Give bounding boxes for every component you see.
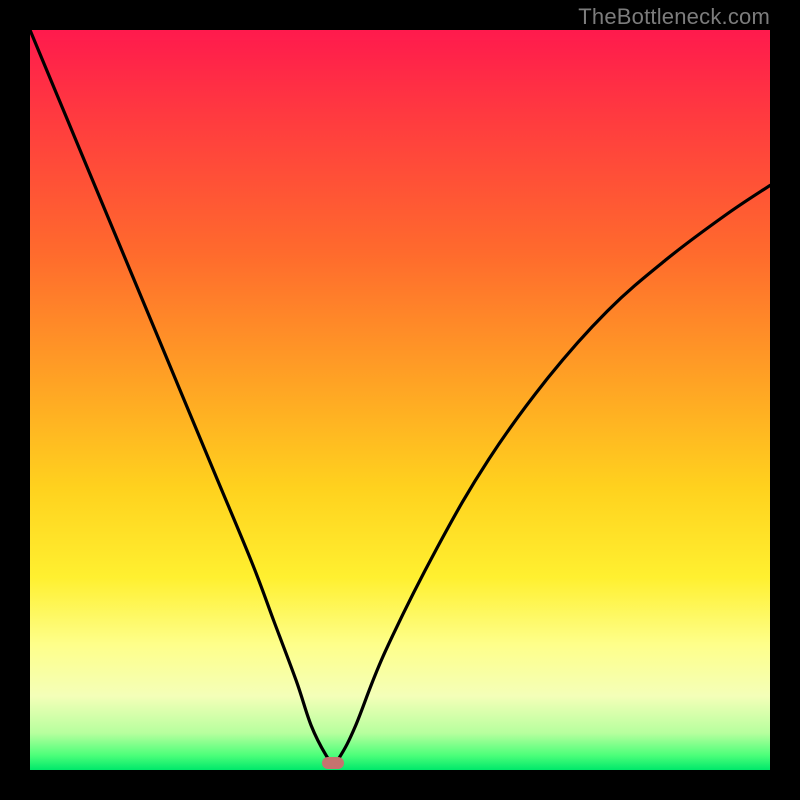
- bottleneck-curve: [30, 30, 770, 770]
- watermark-text: TheBottleneck.com: [578, 4, 770, 30]
- curve-path: [30, 30, 770, 763]
- chart-frame: TheBottleneck.com: [0, 0, 800, 800]
- plot-area: [30, 30, 770, 770]
- minimum-marker: [322, 757, 344, 769]
